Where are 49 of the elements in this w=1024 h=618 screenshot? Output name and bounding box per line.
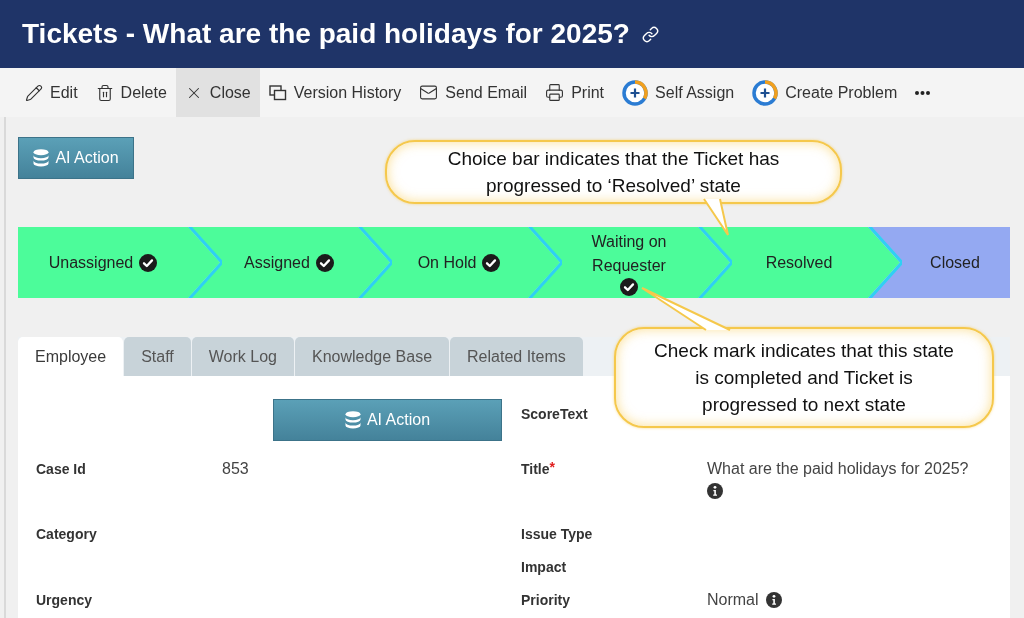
circular-plus-icon — [622, 79, 649, 106]
toolbar-button[interactable]: Self Assign — [613, 68, 744, 117]
info-icon[interactable] — [765, 592, 782, 608]
tab[interactable]: Staff — [124, 337, 191, 376]
field-value: What are the paid holidays for 2025? — [707, 459, 969, 479]
database-icon — [33, 148, 50, 168]
chevron-divider — [868, 227, 902, 298]
ai-action-button[interactable]: AI Action — [273, 399, 502, 441]
toolbar-button[interactable]: Close — [175, 68, 260, 117]
ai-action-button[interactable]: AI Action — [18, 137, 134, 179]
stage-step[interactable]: Unassigned — [18, 227, 220, 298]
toolbar-button[interactable]: Send Email — [410, 68, 537, 117]
field-label: Issue Type — [521, 525, 593, 544]
toolbar-button[interactable]: Delete — [86, 68, 176, 117]
database-icon — [344, 410, 361, 430]
field-label: Priority — [521, 591, 570, 610]
toolbar-button[interactable]: Version History — [259, 68, 411, 117]
printer-icon — [545, 83, 565, 102]
callout-pointer — [701, 199, 729, 236]
envelope-icon — [419, 83, 439, 102]
more-icon — [915, 90, 931, 95]
chevron-divider — [188, 227, 222, 298]
pencil-icon — [25, 83, 43, 102]
chevron-divider — [698, 227, 732, 298]
tab[interactable]: Knowledge Base — [294, 337, 450, 376]
chevron-divider — [358, 227, 392, 298]
toolbar-button[interactable]: Edit — [16, 68, 87, 117]
field-label: Urgency — [36, 591, 93, 610]
page-title: Tickets - What are the paid holidays for 2025? — [22, 18, 630, 50]
toolbar-button[interactable]: Create Problem — [743, 68, 907, 117]
field-value: 853 — [222, 459, 249, 479]
field-label: ScoreText — [521, 404, 588, 424]
callout: Choice bar indicates that the Ticket has progressed to ‘Resolved’ state — [385, 140, 842, 204]
link-icon[interactable] — [641, 25, 659, 43]
info-icon[interactable] — [707, 483, 723, 499]
required-mark: * — [549, 459, 555, 475]
field-value: Normal — [707, 590, 759, 610]
field-label: Impact — [521, 558, 567, 577]
stacked-windows-icon — [268, 84, 287, 101]
field-label: Title — [521, 460, 550, 479]
chevron-divider — [528, 227, 562, 298]
toolbar-button[interactable]: Print — [536, 68, 614, 117]
field-label: Category — [36, 525, 97, 544]
tab[interactable]: Employee — [18, 337, 124, 376]
tab[interactable]: Work Log — [191, 337, 294, 376]
tab[interactable]: Related Items — [450, 337, 583, 376]
circular-plus-icon — [752, 79, 779, 106]
trash-icon — [95, 83, 114, 102]
field-label: Case Id — [36, 460, 86, 479]
